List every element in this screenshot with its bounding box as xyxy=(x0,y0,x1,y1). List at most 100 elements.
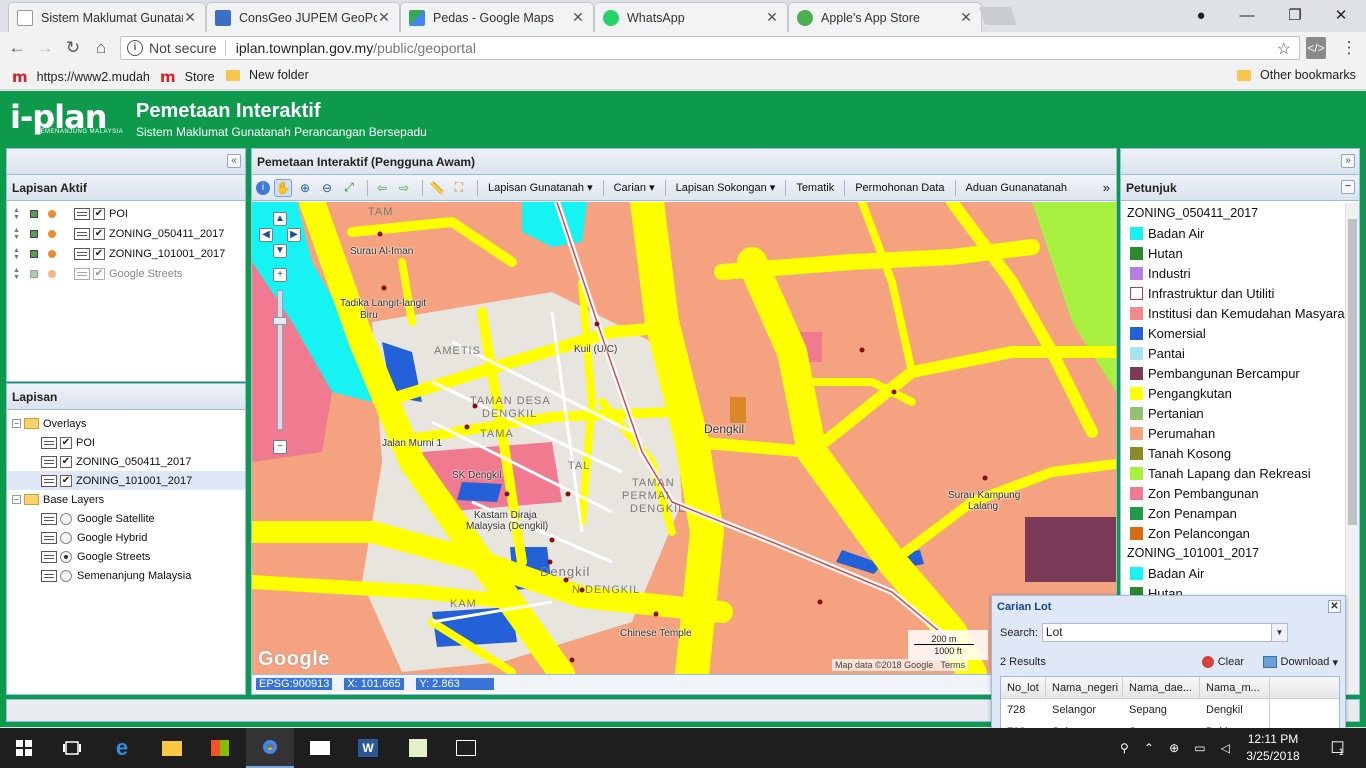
zoom-out-icon[interactable]: ⊖ xyxy=(318,179,336,197)
menu-permohonan-data[interactable]: Permohonan Data xyxy=(855,182,944,194)
window-close-button[interactable]: ✕ xyxy=(1318,0,1364,30)
tree-overlay-zoning-101001[interactable]: ✔ ZONING_101001_2017 xyxy=(7,471,245,490)
opacity-icon[interactable] xyxy=(30,270,38,278)
zoom-out-button[interactable]: − xyxy=(273,440,287,454)
volume-icon[interactable]: ◁ xyxy=(1221,741,1230,755)
layer-checkbox[interactable]: ✔ xyxy=(93,208,105,220)
close-icon[interactable]: ✕ xyxy=(765,9,779,26)
profile-icon[interactable]: ● xyxy=(1178,0,1224,30)
up-down-arrows-icon[interactable]: ▲ ▼ xyxy=(13,227,22,241)
menu-aduan-gunanatanah[interactable]: Aduan Gunanatanah xyxy=(966,182,1068,194)
layer-radio[interactable] xyxy=(60,569,72,582)
opacity-icon[interactable] xyxy=(30,230,38,238)
collapse-left-icon[interactable]: « xyxy=(227,154,241,168)
active-layer-zoning-050411[interactable]: ▲ ▼ ✔ ZONING_050411_2017 xyxy=(7,224,245,244)
battery-icon[interactable]: ▭ xyxy=(1194,741,1205,755)
tab-app-store[interactable]: Apple's App Store ✕ xyxy=(788,2,982,32)
other-bookmarks[interactable]: Other bookmarks xyxy=(1237,68,1356,82)
bookmark-star-icon[interactable]: ☆ xyxy=(1277,39,1291,59)
info-dot-icon[interactable] xyxy=(48,250,56,258)
file-explorer-button[interactable] xyxy=(148,728,196,768)
extension-icon[interactable]: </> xyxy=(1306,37,1326,59)
task-view-button[interactable] xyxy=(48,728,96,768)
minimize-icon[interactable]: − xyxy=(1341,180,1355,194)
layer-checkbox[interactable]: ✔ xyxy=(60,436,72,449)
active-layer-poi[interactable]: ▲ ▼ ✔ POI xyxy=(7,204,245,224)
terms-link[interactable]: Terms xyxy=(941,660,966,670)
menu-carian[interactable]: Carian ▾ xyxy=(614,181,655,194)
tree-base-layers[interactable]: − Base Layers xyxy=(7,490,245,509)
layer-radio[interactable] xyxy=(60,550,72,563)
photos-button[interactable] xyxy=(442,728,490,768)
chrome-button[interactable] xyxy=(246,728,294,768)
tab-consgeo[interactable]: ConsGeo JUPEM GeoPortal ✕ xyxy=(206,2,400,32)
opacity-icon[interactable] xyxy=(30,250,38,258)
menu-lapisan-gunatanah[interactable]: Lapisan Gunatanah ▾ xyxy=(488,181,593,194)
table-row[interactable]: 728 Selangor Sepang Dengkil xyxy=(1001,699,1339,721)
back-button[interactable]: ← xyxy=(6,37,28,59)
info-icon[interactable]: i xyxy=(256,180,270,195)
column-header[interactable]: Nama_dae... xyxy=(1123,677,1200,698)
chevron-down-icon[interactable]: ▼ xyxy=(1270,624,1287,641)
menu-tematik[interactable]: Tematik xyxy=(796,182,834,194)
up-down-arrows-icon[interactable]: ▲ ▼ xyxy=(13,207,22,221)
tree-overlays[interactable]: − Overlays xyxy=(7,414,245,433)
reload-button[interactable]: ↻ xyxy=(62,37,84,59)
chevron-up-icon[interactable]: ⌃ xyxy=(1144,741,1154,755)
clock[interactable]: 12:11 PM 3/25/2018 xyxy=(1240,731,1306,765)
layer-radio[interactable] xyxy=(60,531,72,544)
opacity-icon[interactable] xyxy=(30,210,38,218)
zoom-slider-handle[interactable] xyxy=(273,317,287,325)
new-tab-button[interactable] xyxy=(978,7,1018,25)
zoom-in-button[interactable]: + xyxy=(273,268,287,282)
info-dot-icon[interactable] xyxy=(48,270,56,278)
bookmark-mudah[interactable]: m https://www2.mudah xyxy=(12,68,150,86)
home-button[interactable]: ⌂ xyxy=(90,37,112,59)
column-header[interactable]: No_lot xyxy=(1001,677,1046,698)
zoom-slider[interactable] xyxy=(277,290,283,430)
tree-base-google-satellite[interactable]: Google Satellite xyxy=(7,509,245,528)
menu-lapisan-sokongan[interactable]: Lapisan Sokongan ▾ xyxy=(676,181,776,194)
column-header[interactable]: Nama_negeri xyxy=(1046,677,1123,698)
layer-checkbox[interactable]: ✔ xyxy=(93,268,105,280)
network-icon[interactable]: ⊕ xyxy=(1169,741,1179,755)
zoom-extent-icon[interactable]: ⤢ xyxy=(340,179,358,197)
close-icon[interactable]: ✕ xyxy=(377,9,391,26)
measure-length-icon[interactable]: 📏 xyxy=(428,179,446,197)
close-icon[interactable]: ✕ xyxy=(1328,600,1341,613)
pan-up-button[interactable]: ▲ xyxy=(273,212,287,226)
bookmark-new-folder[interactable]: New folder xyxy=(226,68,309,82)
layer-radio[interactable] xyxy=(60,512,72,525)
layer-checkbox[interactable]: ✔ xyxy=(93,248,105,260)
legend-scrollbar[interactable] xyxy=(1345,203,1359,693)
pan-right-button[interactable]: ▶ xyxy=(287,228,301,242)
clear-button[interactable]: Clear xyxy=(1201,656,1244,668)
tree-base-semenanjung[interactable]: Semenanjung Malaysia xyxy=(7,566,245,585)
tree-overlay-poi[interactable]: ✔ POI xyxy=(7,433,245,452)
previous-extent-icon[interactable]: ⇦ xyxy=(373,179,391,197)
bookmark-store[interactable]: m Store xyxy=(160,68,215,86)
pan-down-button[interactable]: ▼ xyxy=(273,244,287,258)
up-down-arrows-icon[interactable]: ▲ ▼ xyxy=(13,247,22,261)
edge-button[interactable]: e xyxy=(98,728,146,768)
tab-whatsapp[interactable]: WhatsApp ✕ xyxy=(594,2,788,32)
next-extent-icon[interactable]: ⇨ xyxy=(395,179,413,197)
info-icon[interactable]: i xyxy=(127,40,143,56)
notification-button[interactable]: ☐ 1 xyxy=(1322,728,1352,768)
collapse-icon[interactable]: − xyxy=(12,495,21,504)
layer-checkbox[interactable]: ✔ xyxy=(60,474,72,487)
collapse-icon[interactable]: − xyxy=(12,419,21,428)
address-bar[interactable]: i Not secure iplan.townplan.gov.my/publi… xyxy=(120,36,1300,60)
active-layer-google-streets[interactable]: ▲ ▼ ✔ Google Streets xyxy=(7,264,245,284)
layer-checkbox[interactable]: ✔ xyxy=(93,228,105,240)
maximize-button[interactable]: ❐ xyxy=(1272,0,1318,30)
tree-base-google-streets[interactable]: Google Streets xyxy=(7,547,245,566)
close-icon[interactable]: ✕ xyxy=(571,9,585,26)
tab-google-maps[interactable]: Pedas - Google Maps ✕ xyxy=(400,2,594,32)
word-button[interactable]: W xyxy=(344,728,392,768)
tree-overlay-zoning-050411[interactable]: ✔ ZONING_050411_2017 xyxy=(7,452,245,471)
start-button[interactable] xyxy=(0,728,48,768)
column-header[interactable]: Nama_m... xyxy=(1200,677,1270,698)
active-layer-zoning-101001[interactable]: ▲ ▼ ✔ ZONING_101001_2017 xyxy=(7,244,245,264)
toolbar-overflow-icon[interactable]: » xyxy=(1103,180,1110,195)
